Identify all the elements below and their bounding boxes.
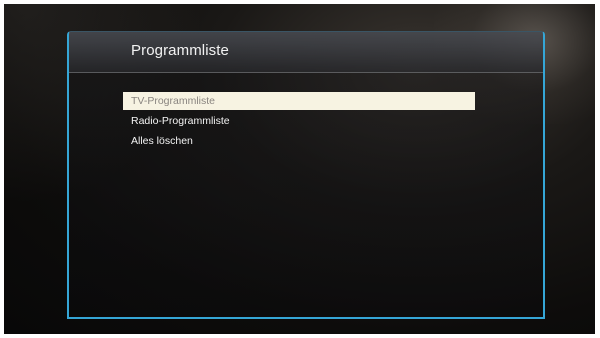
menu-header: Programmliste <box>69 32 543 73</box>
menu-item-delete-all[interactable]: Alles löschen <box>123 132 475 150</box>
menu-list: TV-Programmliste Radio-Programmliste All… <box>123 92 475 152</box>
menu-item-tv-program-list[interactable]: TV-Programmliste <box>123 92 475 110</box>
tv-screen: Programmliste TV-Programmliste Radio-Pro… <box>4 4 595 334</box>
menu-title: Programmliste <box>131 42 229 59</box>
program-list-menu: Programmliste TV-Programmliste Radio-Pro… <box>67 31 545 319</box>
photo-frame: Programmliste TV-Programmliste Radio-Pro… <box>0 0 600 338</box>
menu-item-radio-program-list[interactable]: Radio-Programmliste <box>123 112 475 130</box>
